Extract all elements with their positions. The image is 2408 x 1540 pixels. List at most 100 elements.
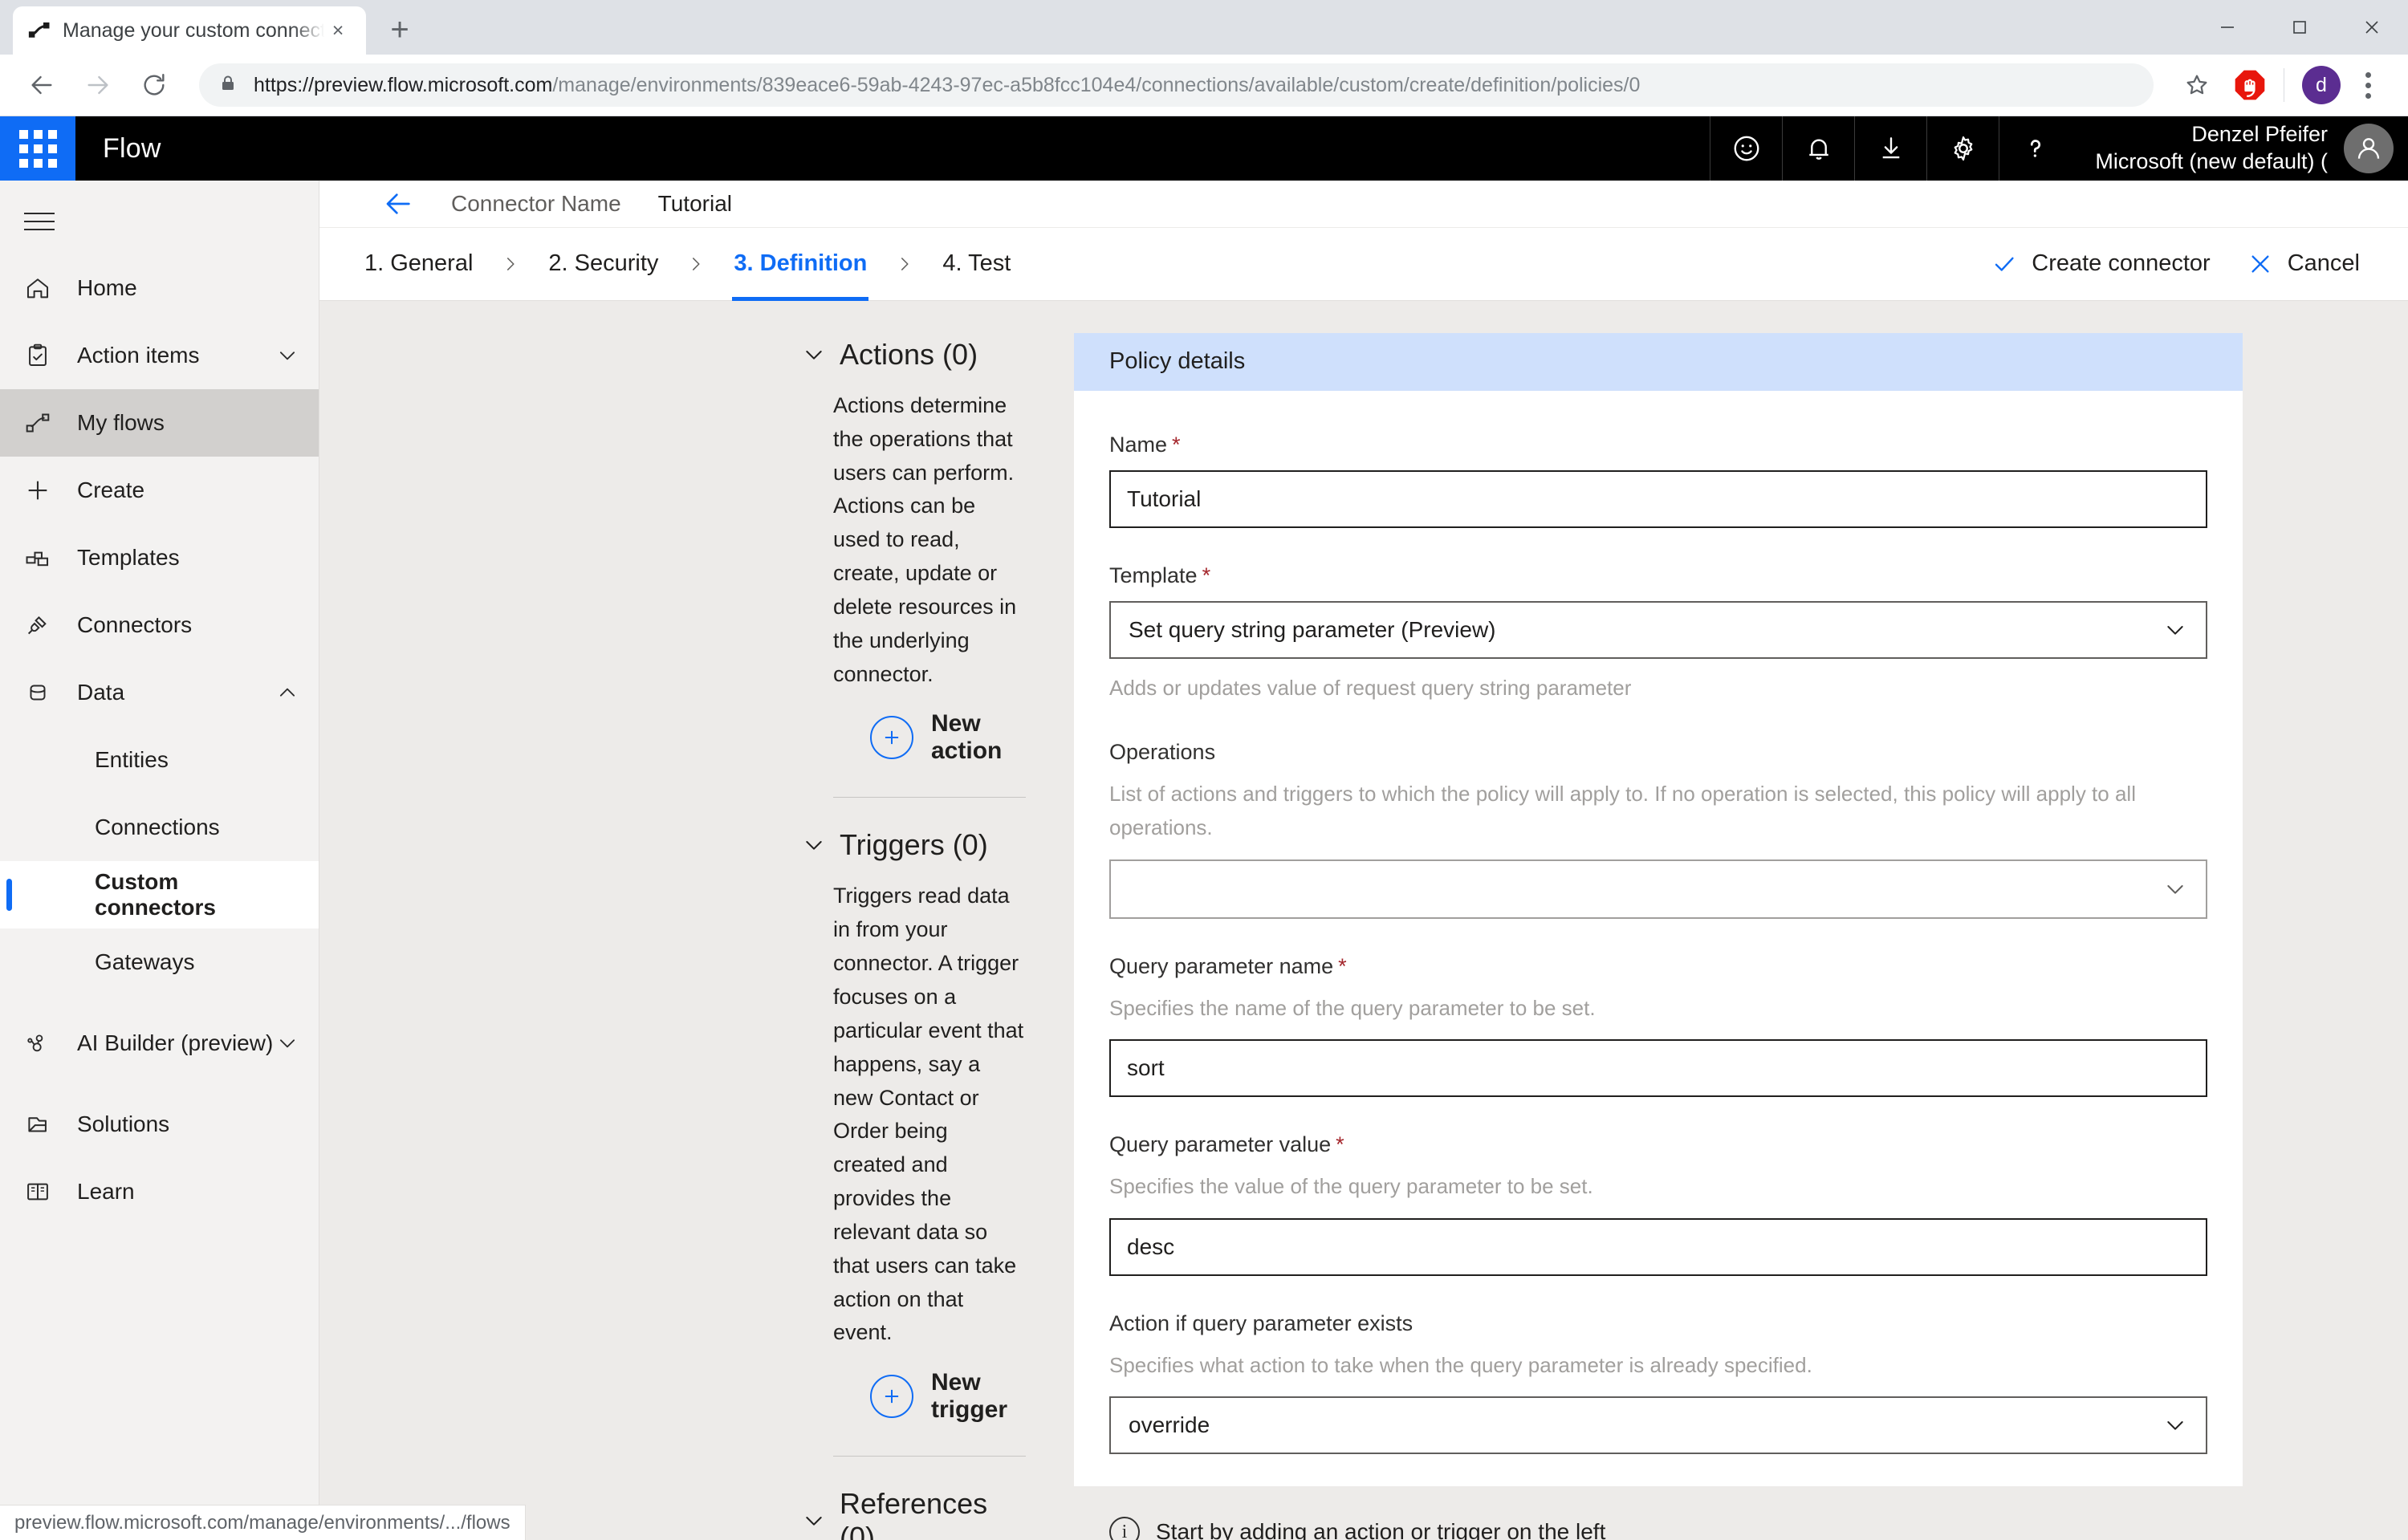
chevron-down-icon [2162,876,2188,902]
app-launcher-icon[interactable] [0,116,75,181]
sidebar-item-custom-connectors[interactable]: Custom connectors [0,861,319,928]
url-path: /manage/environments/839eace6-59ab-4243-… [552,73,1641,96]
query-parameter-name-input[interactable]: sort [1109,1039,2207,1098]
sidebar-item-learn[interactable]: Learn [0,1158,319,1225]
sidebar-item-label: Gateways [95,949,195,974]
param-value-label-text: Query parameter value [1109,1132,1332,1157]
sidebar-item-data[interactable]: Data [0,659,319,726]
info-icon: i [1109,1517,1140,1540]
suite-header-actions: Denzel Pfeifer Microsoft (new default) ( [1710,116,2408,181]
param-value-label: Query parameter value * [1109,1132,2207,1157]
sidebar-item-home[interactable]: Home [0,254,319,322]
hamburger-menu-icon[interactable] [0,189,319,254]
operations-select[interactable] [1109,859,2207,919]
triggers-section-header[interactable]: Triggers (0) [801,828,1026,862]
actions-section-header[interactable]: Actions (0) [801,338,1026,372]
user-avatar-icon[interactable] [2344,124,2394,173]
home-icon [24,274,59,302]
browser-tab[interactable]: Manage your custom connectors × [13,6,366,55]
action-if-exists-select[interactable]: override [1109,1396,2207,1455]
wizard-step-definition[interactable]: 3. Definition [729,227,872,301]
star-icon[interactable] [2174,63,2219,108]
exists-action-selected-value: override [1129,1412,1210,1438]
help-question-icon[interactable] [1999,116,2071,181]
reload-icon[interactable] [130,61,178,109]
bell-notifications-icon[interactable] [1782,116,1854,181]
chevron-right-icon [500,254,521,274]
name-input[interactable]: Tutorial [1109,469,2207,528]
minimize-icon[interactable] [2191,0,2264,55]
cancel-button[interactable]: Cancel [2247,250,2360,277]
adblock-icon[interactable] [2227,63,2272,108]
sidebar-item-gateways[interactable]: Gateways [0,928,319,996]
back-arrow-icon[interactable] [18,61,66,109]
chevron-down-icon[interactable] [801,832,827,858]
wizard-step-general[interactable]: 1. General [360,227,478,301]
wizard-step-test[interactable]: 4. Test [938,227,1015,301]
sidebar-item-connections[interactable]: Connections [0,794,319,861]
smiley-feedback-icon[interactable] [1710,116,1782,181]
wizard-actions: Create connector Cancel [1954,250,2360,277]
sidebar-item-entities[interactable]: Entities [0,726,319,794]
user-name: Denzel Pfeifer [2191,122,2328,147]
param-name-hint: Specifies the name of the query paramete… [1109,995,1596,1020]
sidebar-item-ai-builder[interactable]: AI Builder (preview) [0,996,319,1091]
operations-hint: List of actions and triggers to which th… [1109,782,2136,840]
chevron-up-icon[interactable] [275,681,299,705]
sidebar-item-label: Solutions [77,1111,170,1136]
sidebar-item-create[interactable]: Create [0,457,319,524]
sidebar-item-my-flows[interactable]: My flows [0,389,319,457]
address-bar[interactable]: https://preview.flow.microsoft.com/manag… [199,63,2154,107]
triggers-section-title: Triggers (0) [840,828,988,862]
sidebar-item-solutions[interactable]: Solutions [0,1091,319,1158]
new-trigger-button[interactable]: New trigger [870,1369,1026,1424]
chevron-down-icon[interactable] [801,1508,827,1534]
operations-label: Operations [1109,740,1216,765]
clipboard-check-icon [24,342,59,369]
chevron-right-icon [685,254,706,274]
template-select[interactable]: Set query string parameter (Preview) [1109,600,2207,659]
new-action-button[interactable]: New action [870,710,1026,765]
new-tab-button[interactable]: + [377,7,422,52]
breadcrumb-connector-name: Tutorial [657,190,732,216]
empty-state-note-text: Start by adding an action or trigger on … [1156,1519,1606,1540]
references-section-header[interactable]: References (0) [801,1487,1026,1540]
download-icon[interactable] [1854,116,1926,181]
policy-details-body: Name * Tutorial Template * Set query strin… [1074,391,2243,1487]
breadcrumb-connector-label: Connector Name [451,190,621,216]
section-divider [833,1456,1026,1457]
kebab-menu-icon[interactable] [2345,63,2390,108]
maximize-icon[interactable] [2264,0,2336,55]
wizard-step-bar: 1. General 2. Security 3. Definition 4. … [319,226,2408,301]
sidebar-item-action-items[interactable]: Action items [0,322,319,389]
sidebar-item-connectors[interactable]: Connectors [0,591,319,659]
close-icon[interactable] [2336,0,2408,55]
new-action-label: New action [931,710,1003,765]
cancel-label: Cancel [2287,250,2360,277]
name-label-text: Name [1109,432,1168,457]
chevron-down-icon[interactable] [801,342,827,368]
user-info: Denzel Pfeifer Microsoft (new default) ( [2095,121,2328,176]
chevron-down-icon[interactable] [275,343,299,368]
definition-section-triggers: Triggers (0) Triggers read data in from … [806,828,1026,1424]
wizard-step-security[interactable]: 2. Security [543,227,663,301]
query-parameter-value-input[interactable]: desc [1109,1217,2207,1276]
gear-settings-icon[interactable] [1926,116,1999,181]
chevron-down-icon [2162,1412,2188,1438]
forward-arrow-icon[interactable] [74,61,122,109]
back-arrow-icon[interactable] [382,188,414,220]
sidebar-item-templates[interactable]: Templates [0,524,319,591]
sidebar-item-label: Entities [95,747,169,772]
create-connector-button[interactable]: Create connector [1991,250,2211,277]
user-account-block[interactable]: Denzel Pfeifer Microsoft (new default) ( [2071,116,2408,181]
policy-details-header: Policy details [1074,332,2243,391]
chevron-down-icon[interactable] [275,1031,299,1055]
tab-close-icon[interactable]: × [324,17,352,44]
address-bar-url: https://preview.flow.microsoft.com/manag… [254,74,1640,97]
sidebar-item-label: Action items [77,343,200,368]
sidebar-item-label: Connections [95,815,220,839]
profile-avatar[interactable]: d [2302,66,2341,104]
plus-icon [870,716,913,760]
param-value-hint: Specifies the value of the query paramet… [1109,1174,1593,1199]
field-operations: Operations List of actions and triggers … [1109,740,2207,919]
